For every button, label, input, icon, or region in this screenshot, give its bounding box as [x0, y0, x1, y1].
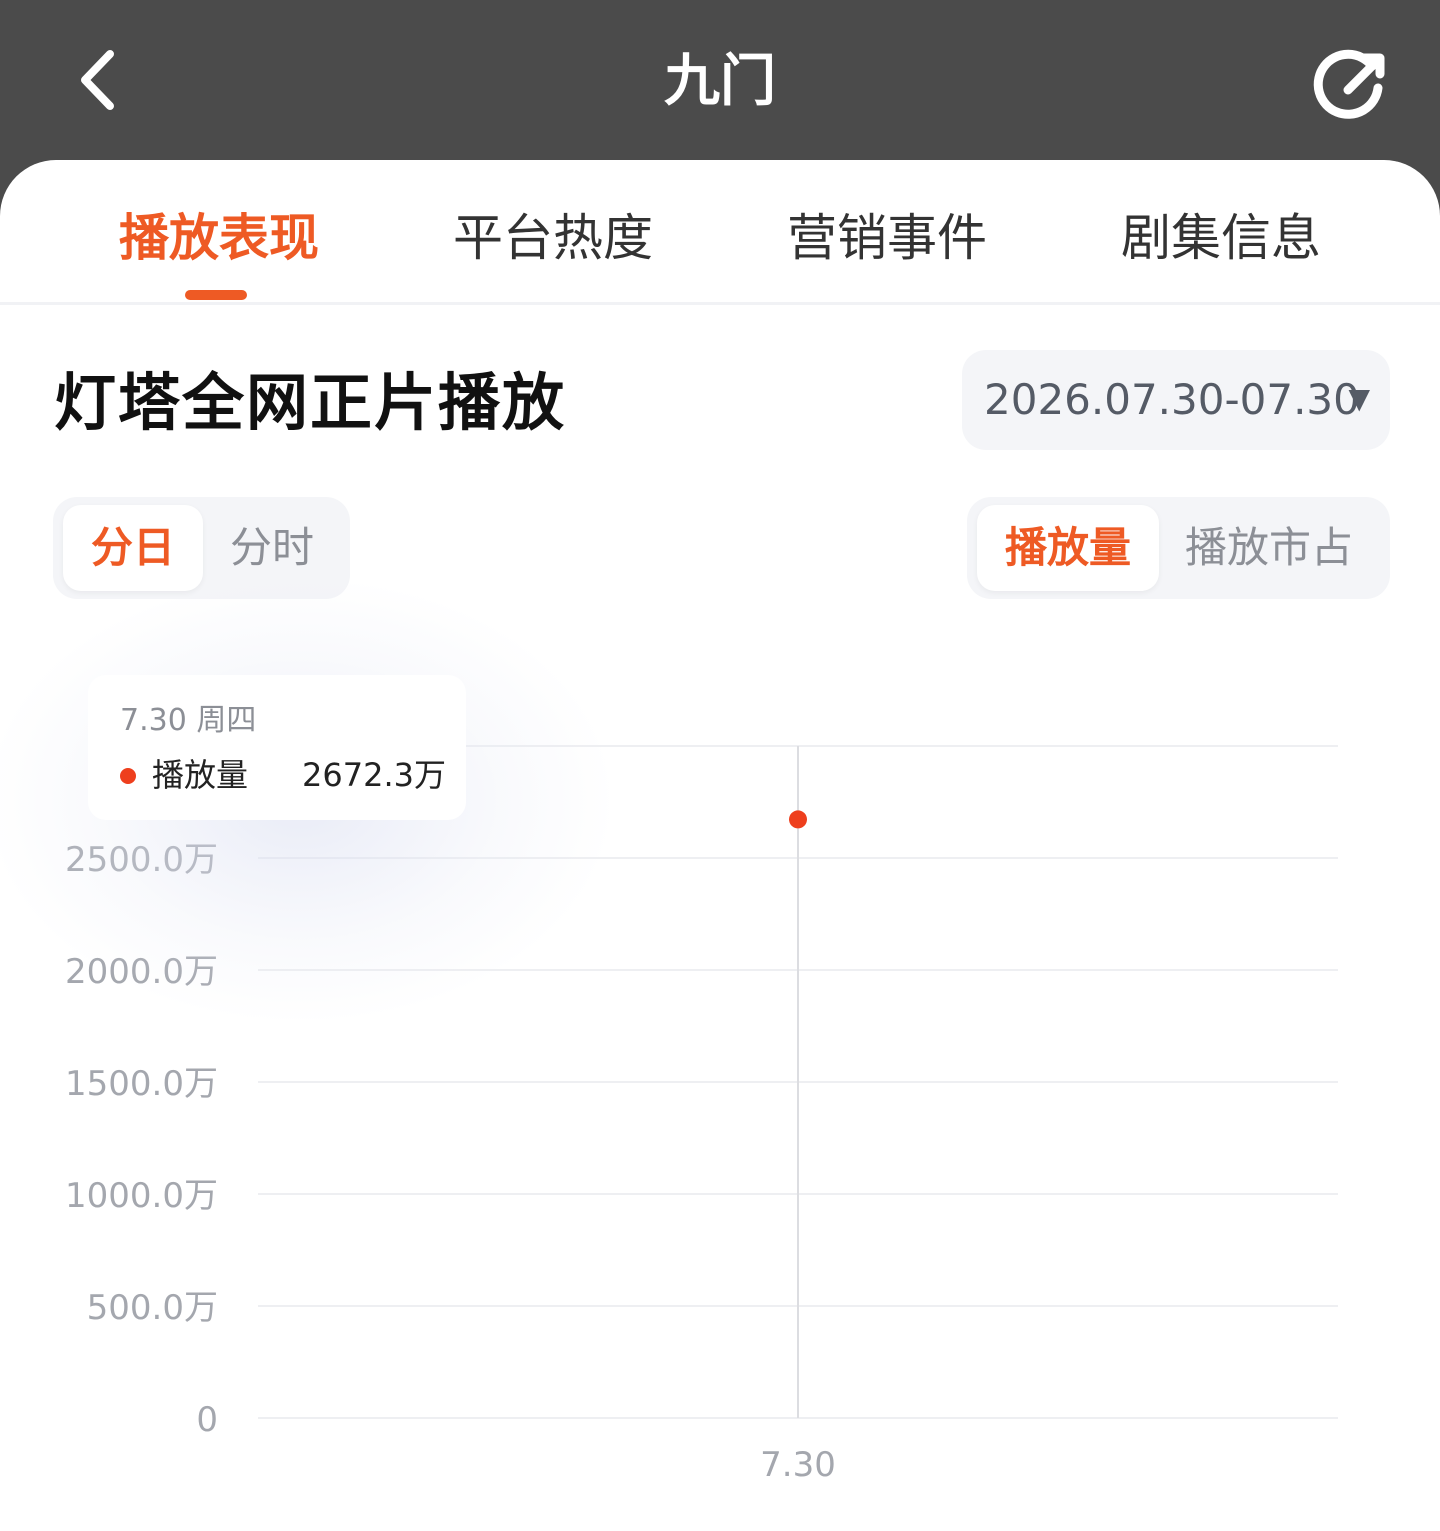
tooltip-date: 7.30 周四	[120, 703, 257, 738]
section-title: 灯塔全网正片播放	[54, 366, 567, 439]
granularity-daily-button[interactable]: 分日	[63, 505, 203, 591]
tooltip-series-label: 播放量	[152, 756, 249, 794]
metric-play-count-button[interactable]: 播放量	[977, 505, 1159, 591]
granularity-hourly-button[interactable]: 分时	[203, 505, 341, 591]
page-title: 九门	[664, 49, 776, 114]
metric-toggle: 播放量 播放市占	[967, 497, 1390, 599]
tab-marketing-events[interactable]: 营销事件	[722, 198, 1052, 278]
refresh-button[interactable]	[1300, 40, 1396, 136]
active-tab-indicator	[185, 290, 247, 300]
date-range-text: 2026.07.30-07.30	[984, 375, 1360, 424]
tooltip-value: 2672.3万	[302, 756, 446, 794]
x-tick-label: 7.30	[760, 1445, 836, 1485]
y-tick-label: 500.0万	[87, 1288, 218, 1328]
data-point	[789, 810, 807, 829]
y-tick-label: 1500.0万	[65, 1064, 218, 1104]
tab-series-info[interactable]: 剧集信息	[1056, 198, 1386, 278]
y-tick-label: 2000.0万	[65, 952, 218, 992]
date-range-picker[interactable]: 2026.07.30-07.30 ▼	[962, 350, 1390, 450]
caret-down-icon: ▼	[1348, 382, 1370, 415]
y-tick-label: 1000.0万	[65, 1176, 218, 1216]
y-tick-label: 2500.0万	[65, 840, 218, 880]
tooltip-series-dot	[120, 768, 136, 784]
tab-platform-heat[interactable]: 平台热度	[388, 198, 718, 278]
y-tick-label: 0	[196, 1400, 218, 1440]
chart-tooltip: 7.30 周四 播放量 2672.3万	[88, 675, 466, 820]
tab-bar: 播放表现 平台热度 营销事件 剧集信息	[0, 160, 1440, 305]
content-sheet: 播放表现 平台热度 营销事件 剧集信息 灯塔全网正片播放 2026.07.30-…	[0, 160, 1440, 1531]
tab-playback-performance[interactable]: 播放表现	[54, 198, 384, 278]
refresh-icon	[1313, 49, 1385, 119]
metric-market-share-button[interactable]: 播放市占	[1159, 505, 1379, 591]
top-bar: 九门	[0, 0, 1440, 160]
granularity-toggle: 分日 分时	[53, 497, 350, 599]
